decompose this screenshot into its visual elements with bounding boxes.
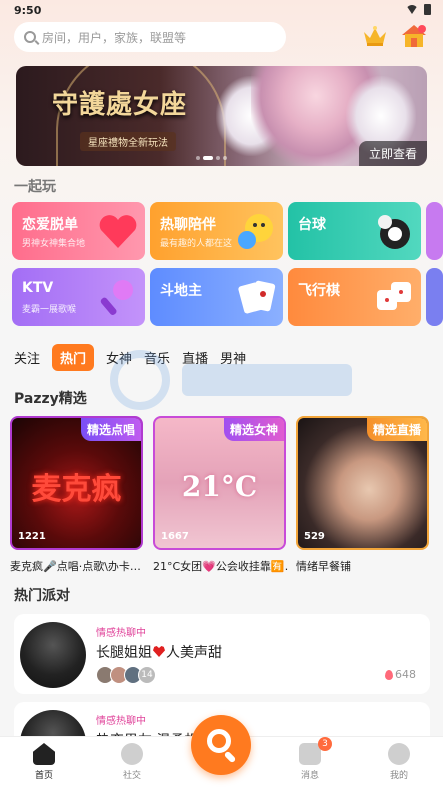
status-icons xyxy=(406,4,431,15)
banner-view-button[interactable]: 立即查看 xyxy=(358,141,427,166)
room-name-part: 长腿姐姐 xyxy=(96,645,152,661)
wifi-icon xyxy=(406,5,418,14)
nav-social-label: 社交 xyxy=(122,771,141,781)
nav-me[interactable]: 我的 xyxy=(369,743,429,781)
status-bar: 9:50 xyxy=(0,0,443,20)
banner-title: 守護處女座 xyxy=(52,90,188,120)
nav-messages-label: 消息 xyxy=(300,771,319,781)
card-title: 热聊陪伴 xyxy=(160,217,216,233)
play-card-partial[interactable] xyxy=(426,202,443,260)
play-card-partial[interactable] xyxy=(426,268,443,326)
banner-pager xyxy=(196,156,227,160)
tab-follow[interactable]: 关注 xyxy=(14,344,40,371)
play-card-ktv[interactable]: KTV 麦霸一展歌喉 xyxy=(12,268,145,326)
card-title: KTV xyxy=(22,280,54,296)
pager-dot-active xyxy=(203,156,213,160)
pick-caption: 21°C女团💗公会收挂靠🈶… xyxy=(153,560,288,573)
family-house-icon[interactable] xyxy=(400,22,428,50)
pick-card-3[interactable]: 精选直播 529 xyxy=(296,416,429,550)
member-extra-count: 14 xyxy=(138,666,156,684)
tab-hot[interactable]: 热门 xyxy=(52,344,95,371)
play-card-flying-chess[interactable]: 飞行棋 xyxy=(288,268,421,326)
room-heat-value: 648 xyxy=(395,668,416,681)
room-name-part: 人美声甜 xyxy=(166,645,222,661)
magnifier-icon xyxy=(207,729,231,753)
pick-badge: 精选直播 xyxy=(366,418,427,441)
heart-icon xyxy=(99,215,137,248)
pick-viewer-count: 1667 xyxy=(161,531,189,542)
card-title: 飞行棋 xyxy=(298,283,340,299)
play-card-billiards[interactable]: 台球 xyxy=(288,202,421,260)
room-status-tag: 情感热聊中 xyxy=(96,716,146,727)
card-subtitle: 麦霸一展歌喉 xyxy=(22,305,77,315)
billiard-ball-icon xyxy=(378,215,410,249)
pager-dot xyxy=(223,156,227,160)
center-search-button[interactable] xyxy=(191,715,251,775)
search-bar[interactable]: 房间，用户，家族，联盟等 xyxy=(14,22,286,52)
nav-home-label: 首页 xyxy=(34,771,53,781)
room-name: 长腿姐姐 人美声甜 xyxy=(96,642,222,662)
search-icon xyxy=(24,31,36,43)
emoji-icon xyxy=(238,214,273,249)
card-subtitle: 男神女神集合地 xyxy=(22,239,86,249)
pick-caption: 麦克疯🎤点唱·点歌\办卡… xyxy=(10,560,141,573)
magnifier-handle xyxy=(223,750,237,764)
watermark-logo xyxy=(110,350,352,410)
card-title: 斗地主 xyxy=(160,283,202,299)
room-avatar xyxy=(20,622,86,688)
heat-icon xyxy=(385,670,393,680)
search-placeholder: 房间，用户，家族，联盟等 xyxy=(42,30,187,45)
profile-icon xyxy=(388,743,410,765)
battery-icon xyxy=(424,4,431,15)
pick-viewer-count: 529 xyxy=(304,531,325,542)
room-heat: 648 xyxy=(385,668,416,681)
message-badge: 3 xyxy=(318,737,332,751)
card-subtitle: 最有趣的人都在这 xyxy=(160,239,233,249)
play-card-chat[interactable]: 热聊陪伴 最有趣的人都在这 xyxy=(150,202,283,260)
pick-badge: 精选女神 xyxy=(223,418,284,441)
pick-badge: 精选点唱 xyxy=(80,418,141,441)
dice-icon xyxy=(377,282,411,310)
crown-icon[interactable] xyxy=(362,24,388,48)
party-room-card[interactable]: 情感热聊中 长腿姐姐 人美声甜 14 648 xyxy=(14,614,430,694)
room-status-tag: 情感热聊中 xyxy=(96,628,146,639)
play-card-landlord[interactable]: 斗地主 xyxy=(150,268,283,326)
card-title: 台球 xyxy=(298,217,326,233)
section-title-picks: Pazzy精选 xyxy=(14,391,87,407)
heart-icon xyxy=(153,646,165,657)
nav-home[interactable]: 首页 xyxy=(14,743,74,781)
home-icon xyxy=(33,743,55,765)
section-title-play: 一起玩 xyxy=(14,179,56,195)
banner-subtitle: 星座禮物全新玩法 xyxy=(80,132,176,151)
pick-card-2[interactable]: 21°C 精选女神 1667 xyxy=(153,416,286,550)
pick-art-text: 麦克疯 xyxy=(31,472,122,507)
pick-caption: 情绪早餐铺 xyxy=(296,560,351,573)
nav-messages[interactable]: 消息 xyxy=(280,743,340,781)
pick-card-1[interactable]: 麦克疯 精选点唱 1221 xyxy=(10,416,143,550)
compass-icon xyxy=(121,743,143,765)
room-member-avatars: 14 xyxy=(96,666,156,684)
pager-dot xyxy=(196,156,200,160)
pick-art-text: 21°C xyxy=(181,470,258,503)
pick-viewer-count: 1221 xyxy=(18,531,46,542)
pager-dot xyxy=(216,156,220,160)
play-card-dating[interactable]: 恋爱脱单 男神女神集合地 xyxy=(12,202,145,260)
status-time: 9:50 xyxy=(14,4,42,17)
promo-banner[interactable]: 守護處女座 星座禮物全新玩法 立即查看 xyxy=(16,66,427,166)
playing-cards-icon xyxy=(238,280,276,314)
section-title-party: 热门派对 xyxy=(14,588,70,604)
nav-social[interactable]: 社交 xyxy=(102,743,162,781)
microphone-icon xyxy=(100,280,133,316)
card-title: 恋爱脱单 xyxy=(22,217,78,233)
nav-me-label: 我的 xyxy=(389,771,408,781)
